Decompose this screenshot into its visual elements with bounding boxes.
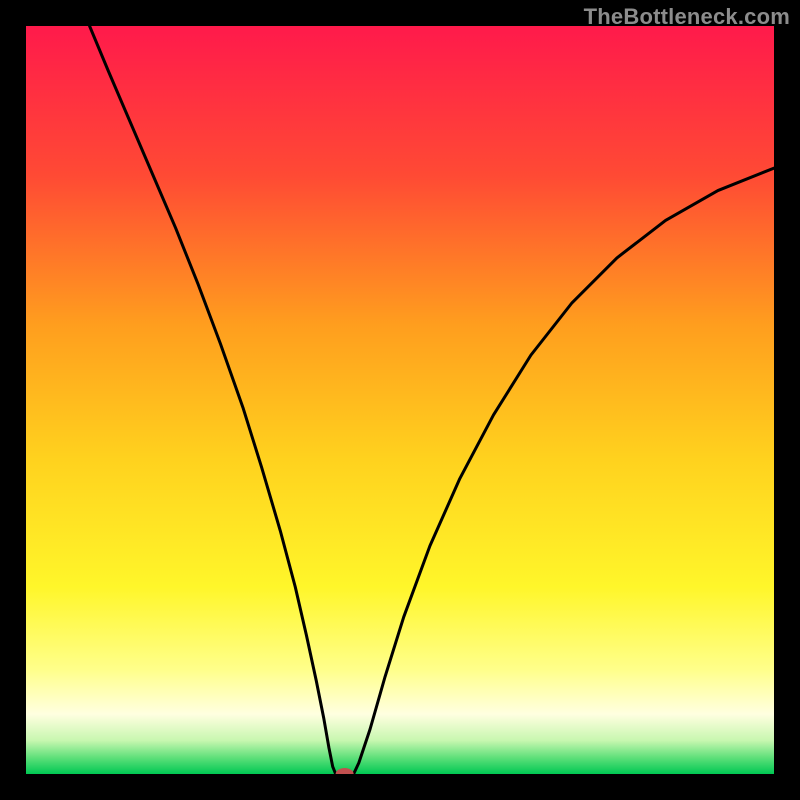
chart-svg [26, 26, 774, 774]
plot-area [26, 26, 774, 774]
chart-frame: TheBottleneck.com [0, 0, 800, 800]
